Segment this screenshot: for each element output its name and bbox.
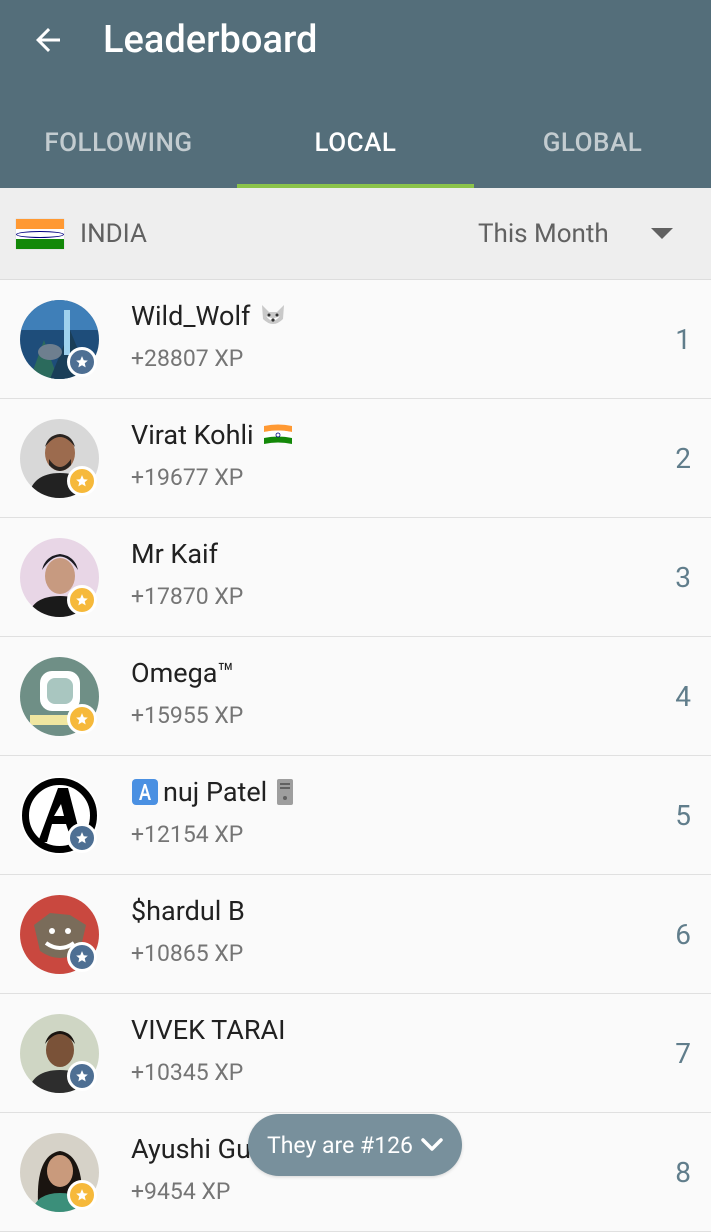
rank-number: 5 <box>675 799 691 832</box>
own-rank-label: They are #126 <box>267 1131 413 1159</box>
xp-value: +12154 XP <box>131 821 244 848</box>
country-label: INDIA <box>80 219 147 249</box>
back-button[interactable] <box>22 14 74 66</box>
wolf-emoji-icon <box>258 301 288 331</box>
user-name: VIVEK TARAI <box>131 1014 286 1046</box>
india-flag-emoji-icon <box>262 423 294 447</box>
star-badge-icon <box>67 942 97 972</box>
xp-value: +17870 XP <box>131 583 244 610</box>
caret-down-icon <box>651 228 673 239</box>
star-badge-icon <box>67 1061 97 1091</box>
user-name: Virat Kohli <box>131 419 294 451</box>
tab-local-label: LOCAL <box>314 128 397 158</box>
rank-number: 2 <box>675 442 691 475</box>
filter-bar: INDIA This Month <box>0 188 711 280</box>
letter-a-box-emoji-icon <box>131 778 159 806</box>
xp-value: +28807 XP <box>131 345 244 372</box>
rank-number: 8 <box>675 1156 691 1189</box>
star-badge-icon <box>67 466 97 496</box>
leaderboard-row[interactable]: Virat Kohli +19677 XP 2 <box>0 399 711 518</box>
leaderboard-row[interactable]: Mr Kaif +17870 XP 3 <box>0 518 711 637</box>
star-badge-icon <box>67 823 97 853</box>
xp-value: +9454 XP <box>131 1178 231 1205</box>
chevron-down-icon <box>421 1138 443 1152</box>
rank-number: 3 <box>675 561 691 594</box>
period-dropdown[interactable]: This Month <box>478 188 609 280</box>
page-title: Leaderboard <box>103 18 318 62</box>
tab-following-label: FOLLOWING <box>44 128 193 158</box>
india-flag-icon <box>16 219 64 249</box>
tab-global-label: GLOBAL <box>542 128 643 158</box>
star-badge-icon <box>67 347 97 377</box>
leaderboard-row[interactable]: Omega™ +15955 XP 4 <box>0 637 711 756</box>
rank-number: 6 <box>675 918 691 951</box>
leaderboard-row[interactable]: $hardul B +10865 XP 6 <box>0 875 711 994</box>
arrow-back-icon <box>36 28 60 52</box>
leaderboard-row[interactable]: Wild_Wolf +28807 XP 1 <box>0 280 711 399</box>
rank-number: 1 <box>675 323 691 356</box>
leaderboard-row[interactable]: VIVEK TARAI +10345 XP 7 <box>0 994 711 1113</box>
star-badge-icon <box>67 585 97 615</box>
xp-value: +15955 XP <box>131 702 244 729</box>
app-bar: Leaderboard FOLLOWING LOCAL GLOBAL <box>0 0 711 188</box>
tab-bar: FOLLOWING LOCAL GLOBAL <box>0 98 711 188</box>
rank-number: 4 <box>675 680 691 713</box>
xp-value: +10345 XP <box>131 1059 244 1086</box>
star-badge-icon <box>67 704 97 734</box>
star-badge-icon <box>67 1180 97 1210</box>
leaderboard-list: Wild_Wolf +28807 XP 1 Virat Kohli +19677… <box>0 280 711 1232</box>
leaderboard-row[interactable]: nuj Patel +12154 XP 5 <box>0 756 711 875</box>
user-name: nuj Patel <box>131 776 295 808</box>
rank-number: 7 <box>675 1037 691 1070</box>
user-name: Ayushi Gu <box>131 1133 251 1165</box>
user-name: Mr Kaif <box>131 538 218 570</box>
tab-global[interactable]: GLOBAL <box>474 98 711 188</box>
xp-value: +10865 XP <box>131 940 244 967</box>
tab-local[interactable]: LOCAL <box>237 98 474 188</box>
own-rank-pill[interactable]: They are #126 <box>248 1114 462 1176</box>
user-name: Wild_Wolf <box>131 300 288 332</box>
tab-following[interactable]: FOLLOWING <box>0 98 237 188</box>
computer-emoji-icon <box>275 778 295 806</box>
user-name: $hardul B <box>131 895 245 927</box>
xp-value: +19677 XP <box>131 464 244 491</box>
user-name: Omega™ <box>131 657 235 689</box>
period-dropdown-toggle[interactable] <box>644 216 680 252</box>
